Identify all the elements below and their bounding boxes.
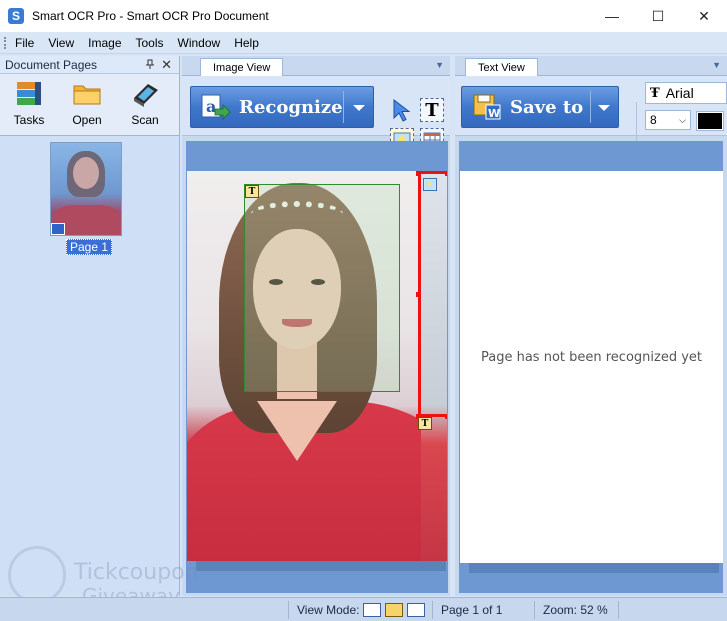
pin-icon[interactable]	[145, 59, 155, 72]
menu-view[interactable]: View	[41, 36, 81, 50]
panel-header: Document Pages ✕	[0, 56, 179, 74]
text-zone-tool[interactable]: T	[420, 98, 444, 122]
not-recognized-message: Page has not been recognized yet	[480, 349, 702, 365]
pointer-icon	[393, 98, 411, 122]
text-page[interactable]: Page has not been recognized yet	[460, 171, 723, 563]
title-bar: S Smart OCR Pro - Smart OCR Pro Document…	[0, 0, 727, 32]
image-canvas[interactable]: T T	[186, 141, 448, 593]
text-canvas: Page has not been recognized yet	[459, 141, 723, 593]
svg-text:W: W	[488, 107, 500, 120]
save-to-button[interactable]: W Save to	[461, 86, 619, 128]
font-name: Arial	[665, 85, 694, 101]
pointer-tool[interactable]	[390, 98, 414, 122]
panel-close-icon[interactable]: ✕	[161, 57, 172, 73]
scanner-icon	[134, 84, 158, 107]
tab-text-view[interactable]: Text View	[465, 58, 538, 76]
resize-handle[interactable]	[416, 292, 421, 297]
font-color-swatch[interactable]	[696, 111, 724, 131]
tab-dropdown-icon[interactable]: ▼	[435, 60, 444, 70]
text-zone-icon: T	[418, 417, 432, 430]
tab-dropdown-icon[interactable]: ▼	[712, 60, 721, 70]
font-size-select[interactable]: 8 ⌵	[645, 110, 691, 130]
window-title: Smart OCR Pro - Smart OCR Pro Document	[32, 9, 269, 23]
document-pages-panel: Document Pages ✕ Tasks Open Scan Page 1	[0, 56, 180, 596]
stacked-view-icon[interactable]	[407, 603, 426, 617]
single-view-icon[interactable]	[363, 603, 382, 617]
view-mode-group: View Mode:	[288, 601, 426, 619]
tasks-button[interactable]: Tasks	[0, 74, 58, 135]
text-zone-icon: T	[245, 185, 259, 198]
text-view-pane: Text View ▼ W Save to Ŧ Arial 8 ⌵ Page h…	[455, 56, 727, 596]
text-zone-1[interactable]: T	[244, 184, 400, 392]
menu-file[interactable]: File	[8, 36, 41, 50]
text-toolbar: W Save to Ŧ Arial 8 ⌵	[455, 76, 727, 152]
split-view-icon[interactable]	[385, 603, 404, 617]
status-bar: View Mode: Page 1 of 1 Zoom: 52 %	[0, 597, 727, 621]
font-family-select[interactable]: Ŧ Arial	[645, 82, 727, 104]
menu-window[interactable]: Window	[171, 36, 228, 50]
image-toolbar: a Recognize T	[182, 76, 450, 152]
image-view-tabstrip: Image View ▼	[182, 56, 450, 76]
menu-tools[interactable]: Tools	[129, 36, 171, 50]
font-icon: Ŧ	[650, 85, 660, 101]
page-status-icon	[51, 223, 65, 235]
close-button[interactable]: ✕	[681, 0, 727, 32]
resize-handle[interactable]	[445, 171, 447, 176]
recognize-icon: a	[201, 94, 231, 120]
tasks-icon	[17, 82, 41, 105]
picture-zone-icon	[423, 178, 437, 191]
open-button[interactable]: Open	[58, 74, 116, 135]
tab-image-view[interactable]: Image View	[200, 58, 284, 76]
page-info: Page 1 of 1	[432, 601, 532, 619]
chevron-down-icon: ⌵	[679, 115, 686, 125]
view-mode-label: View Mode:	[297, 603, 360, 617]
page-list: Page 1	[0, 138, 179, 596]
recognize-button[interactable]: a Recognize	[190, 86, 374, 128]
resize-handle[interactable]	[416, 171, 421, 176]
panel-title: Document Pages	[5, 57, 98, 72]
text-view-tabstrip: Text View ▼	[455, 56, 727, 76]
menu-image[interactable]: Image	[81, 36, 128, 50]
scan-button[interactable]: Scan	[116, 74, 174, 135]
menu-help[interactable]: Help	[227, 36, 266, 50]
text-zone-icon: T	[425, 99, 439, 121]
recognize-dropdown-icon[interactable]	[353, 105, 365, 111]
menu-bar: File View Image Tools Window Help	[0, 32, 727, 54]
image-view-pane: Image View ▼ a Recognize T T T	[182, 56, 450, 596]
resize-handle[interactable]	[445, 414, 447, 419]
zoom-level: Zoom: 52 %	[534, 601, 618, 619]
window-controls: — ☐ ✕	[589, 0, 727, 32]
panel-toolbar: Tasks Open Scan	[0, 74, 179, 136]
app-icon: S	[8, 8, 24, 24]
save-dropdown-icon[interactable]	[598, 105, 610, 111]
watermark-logo-icon	[8, 546, 66, 604]
save-icon: W	[473, 94, 501, 120]
minimize-button[interactable]: —	[589, 0, 635, 32]
document-image[interactable]: T T	[187, 171, 447, 561]
maximize-button[interactable]: ☐	[635, 0, 681, 32]
page-label[interactable]: Page 1	[66, 239, 113, 255]
picture-zone-selected[interactable]	[418, 171, 447, 417]
page-thumbnail[interactable]	[50, 142, 122, 236]
folder-icon	[73, 85, 101, 105]
